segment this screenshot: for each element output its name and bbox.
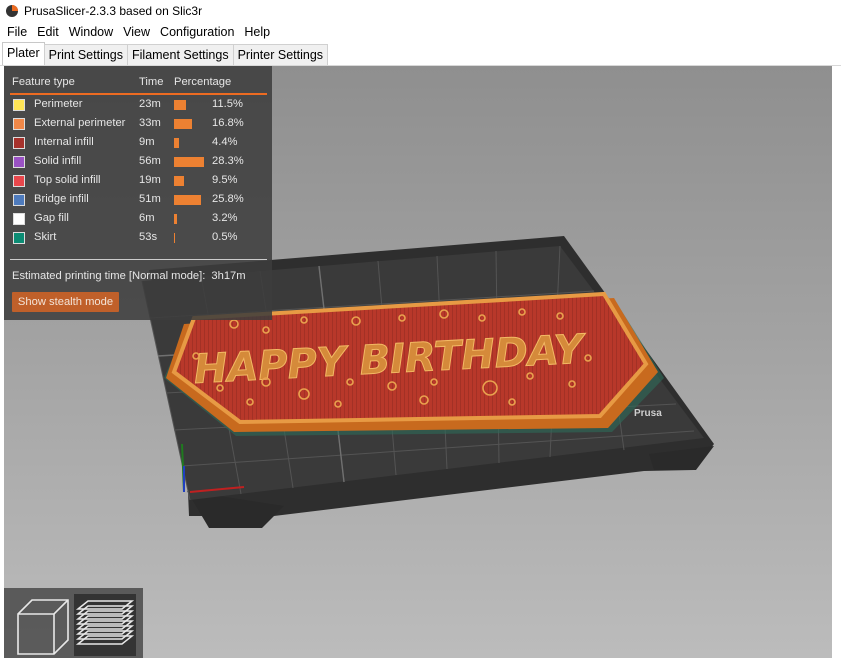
legend-percentage-bar	[174, 157, 204, 167]
legend-header-feature: Feature type	[12, 76, 75, 88]
legend-color-swatch	[13, 175, 25, 187]
3d-view-button[interactable]	[10, 594, 72, 656]
legend-percentage-bar	[174, 214, 177, 224]
legend-row: Bridge infill 51m 25.8%	[4, 191, 272, 210]
legend-feature-name: External perimeter	[34, 117, 126, 129]
menu-help[interactable]: Help	[239, 22, 275, 42]
legend-row: External perimeter 33m 16.8%	[4, 115, 272, 134]
legend-feature-name: Internal infill	[34, 136, 94, 148]
legend-feature-time: 53s	[139, 231, 158, 243]
legend-row: Perimeter 23m 11.5%	[4, 96, 272, 115]
legend-separator	[10, 259, 267, 260]
tab-plater[interactable]: Plater	[2, 42, 45, 65]
cube-icon	[17, 599, 69, 655]
legend-percentage-bar	[174, 195, 201, 205]
legend-feature-time: 19m	[139, 174, 161, 186]
legend-row: Skirt 53s 0.5%	[4, 229, 272, 248]
legend-color-swatch	[13, 194, 25, 206]
legend-feature-time: 56m	[139, 155, 161, 167]
legend-header-time: Time	[139, 76, 164, 88]
legend-feature-name: Bridge infill	[34, 193, 89, 205]
legend-color-swatch	[13, 99, 25, 111]
legend-feature-name: Solid infill	[34, 155, 82, 167]
legend-row: Solid infill 56m 28.3%	[4, 153, 272, 172]
legend-feature-percentage: 11.5%	[212, 98, 243, 110]
legend-feature-name: Perimeter	[34, 98, 83, 110]
window-right-border	[832, 66, 841, 658]
legend-percentage-bar	[174, 119, 192, 129]
estimated-time-value: 3h17m	[211, 270, 246, 282]
legend-feature-time: 33m	[139, 117, 161, 129]
legend-feature-percentage: 4.4%	[212, 136, 238, 148]
preview-button[interactable]	[74, 594, 136, 656]
legend-percentage-bar	[174, 138, 179, 148]
legend-percentage-bar	[174, 176, 184, 186]
feature-type-legend: Feature type Time Percentage Perimeter 23…	[4, 66, 272, 320]
legend-header: Feature type Time Percentage	[4, 76, 272, 92]
legend-feature-percentage: 9.5%	[212, 174, 238, 186]
legend-feature-percentage: 16.8%	[212, 117, 244, 129]
legend-color-swatch	[13, 137, 25, 149]
legend-feature-percentage: 25.8%	[212, 193, 244, 205]
legend-percentage-bar	[174, 233, 175, 243]
show-stealth-mode-button[interactable]: Show stealth mode	[12, 292, 119, 312]
legend-divider	[10, 93, 267, 95]
menu-edit[interactable]: Edit	[32, 22, 64, 42]
legend-row: Gap fill 6m 3.2%	[4, 210, 272, 229]
legend-feature-time: 23m	[139, 98, 161, 110]
menu-window[interactable]: Window	[64, 22, 118, 42]
legend-feature-time: 6m	[139, 212, 155, 224]
tab-printer-settings[interactable]: Printer Settings	[232, 44, 329, 65]
legend-header-percentage: Percentage	[174, 76, 232, 88]
legend-feature-name: Skirt	[34, 231, 57, 243]
legend-feature-percentage: 28.3%	[212, 155, 244, 167]
prusaslicer-logo-icon	[6, 5, 18, 17]
legend-row: Top solid infill 19m 9.5%	[4, 172, 272, 191]
tab-bar: Plater Print Settings Filament Settings …	[0, 42, 841, 66]
legend-percentage-bar	[174, 100, 186, 110]
legend-feature-time: 9m	[139, 136, 155, 148]
legend-color-swatch	[13, 213, 25, 225]
title-bar: PrusaSlicer-2.3.3 based on Slic3r	[0, 0, 841, 22]
legend-feature-percentage: 3.2%	[212, 212, 238, 224]
legend-feature-time: 51m	[139, 193, 161, 205]
menu-file[interactable]: File	[2, 22, 32, 42]
legend-color-swatch	[13, 118, 25, 130]
view-mode-toolbar	[4, 588, 143, 658]
window-title: PrusaSlicer-2.3.3 based on Slic3r	[24, 4, 203, 18]
legend-feature-name: Top solid infill	[34, 174, 101, 186]
menu-view[interactable]: View	[118, 22, 155, 42]
legend-feature-percentage: 0.5%	[212, 231, 238, 243]
layers-icon	[75, 600, 135, 645]
legend-color-swatch	[13, 156, 25, 168]
legend-color-swatch	[13, 232, 25, 244]
tab-filament-settings[interactable]: Filament Settings	[127, 44, 234, 65]
bed-label: Prusa	[634, 408, 662, 419]
menu-bar: File Edit Window View Configuration Help	[0, 22, 841, 42]
estimated-time-label: Estimated printing time [Normal mode]:	[12, 270, 206, 282]
legend-row: Internal infill 9m 4.4%	[4, 134, 272, 153]
tab-print-settings[interactable]: Print Settings	[43, 44, 128, 65]
estimated-time: Estimated printing time [Normal mode]: 3h…	[12, 270, 246, 282]
menu-configuration[interactable]: Configuration	[155, 22, 239, 42]
legend-feature-name: Gap fill	[34, 212, 69, 224]
